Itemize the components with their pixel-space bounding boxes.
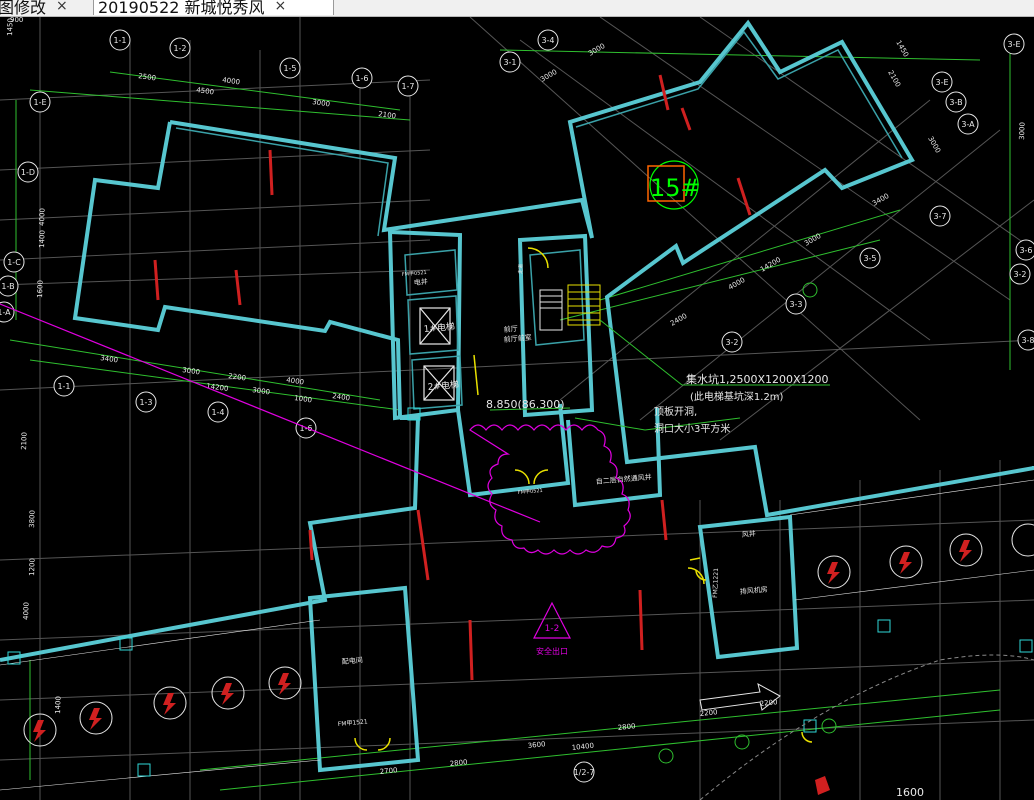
axis-bubble: 1-7	[397, 75, 419, 97]
svg-text:15#: 15#	[650, 174, 701, 202]
axis-bubble: 1-D	[17, 161, 39, 183]
svg-text:1400: 1400	[38, 230, 47, 248]
svg-text:3-B: 3-B	[949, 98, 962, 107]
axis-bubble: 3-6	[1015, 239, 1034, 261]
tab-label: 20190522 新城悦秀风	[98, 0, 265, 17]
axis-bubble: 3-A	[957, 113, 979, 135]
svg-text:1-2: 1-2	[173, 44, 186, 53]
exit-mark: 1-2	[545, 624, 560, 634]
svg-text:1-3: 1-3	[139, 398, 152, 407]
svg-text:4000: 4000	[38, 208, 47, 226]
svg-text:配电间: 配电间	[341, 655, 363, 666]
axis-bubble: 1-E	[29, 91, 51, 113]
svg-text:1-A: 1-A	[0, 308, 11, 317]
svg-text:前厅: 前厅	[503, 324, 518, 334]
svg-text:1600: 1600	[896, 786, 924, 799]
svg-text:电井: 电井	[413, 277, 428, 287]
svg-text:3-2: 3-2	[1013, 270, 1026, 279]
document-tab-bar: 图修改 × 20190522 新城悦秀风 ×	[0, 0, 1034, 17]
svg-text:4000: 4000	[22, 602, 31, 620]
exit-label: 安全出口	[536, 646, 568, 656]
svg-text:1-7: 1-7	[401, 82, 414, 91]
svg-text:3-1: 3-1	[503, 58, 516, 67]
axis-bubble: 3-3	[785, 293, 807, 315]
axis-bubble: 3-8	[1017, 329, 1034, 351]
tab-active-drawing[interactable]: 20190522 新城悦秀风 ×	[94, 0, 334, 17]
svg-text:集水坑1,2500X1200X1200: 集水坑1,2500X1200X1200	[686, 372, 829, 386]
axis-bubble: 1-1	[109, 29, 131, 51]
svg-text:8.850(86.300): 8.850(86.300)	[486, 398, 565, 411]
axis-bubble: 3-E	[1003, 33, 1025, 55]
axis-bubble: 1-3	[135, 391, 157, 413]
tab-close-icon[interactable]: ×	[56, 0, 68, 14]
tab-label: 图修改	[0, 0, 47, 17]
axis-bubble: 3-4	[537, 29, 559, 51]
axis-bubble: 1-B	[0, 275, 19, 297]
svg-text:3-8: 3-8	[1021, 336, 1034, 345]
tab-close-icon[interactable]: ×	[275, 0, 287, 14]
svg-text:1-D: 1-D	[21, 168, 35, 177]
svg-text:走道: 走道	[517, 264, 524, 274]
axis-bubble: 3-5	[859, 247, 881, 269]
svg-text:3-4: 3-4	[541, 36, 554, 45]
svg-text:3-2: 3-2	[725, 338, 738, 347]
axis-bubble: 1-6	[351, 67, 373, 89]
axis-bubble: 1-C	[3, 251, 25, 273]
svg-text:1-6: 1-6	[355, 74, 368, 83]
svg-text:1-1: 1-1	[113, 36, 126, 45]
svg-text:(此电梯基坑深1.2m): (此电梯基坑深1.2m)	[690, 390, 784, 403]
svg-text:3800: 3800	[28, 510, 37, 528]
svg-text:1-1: 1-1	[57, 382, 70, 391]
svg-text:1450: 1450	[6, 18, 15, 36]
svg-text:1600: 1600	[36, 280, 45, 298]
axis-bubble: 3-B	[945, 91, 967, 113]
axis-bubble: 3-1	[499, 51, 521, 73]
axis-bubble: 1-4	[207, 401, 229, 423]
axis-bubble: 3-E	[931, 71, 953, 93]
svg-text:风井: 风井	[741, 529, 756, 539]
axis-bubble: 1-5	[279, 57, 301, 79]
axis-bubble: 1-2	[169, 37, 191, 59]
svg-text:1-5: 1-5	[283, 64, 296, 73]
svg-text:洞口大小3平方米: 洞口大小3平方米	[654, 422, 730, 435]
svg-text:3-A: 3-A	[961, 120, 975, 129]
svg-text:3-5: 3-5	[863, 254, 876, 263]
svg-text:1-C: 1-C	[7, 258, 21, 267]
svg-text:1-E: 1-E	[33, 98, 46, 107]
svg-text:FM乙1221: FM乙1221	[712, 568, 720, 598]
cad-drawing-canvas[interactable]: 1-1 1-2 1-5 1-6 1-7 1-E 1-D 1-C 1-B 1-A …	[0, 17, 1034, 800]
svg-text:1/2-7: 1/2-7	[574, 768, 595, 777]
axis-bubble: 3-2	[1009, 263, 1031, 285]
axis-bubble: 3-2	[721, 331, 743, 353]
svg-text:1-4: 1-4	[211, 408, 224, 417]
svg-text:3-E: 3-E	[935, 78, 948, 87]
axis-bubble: 1/2-7	[573, 761, 595, 783]
svg-text:1-B: 1-B	[1, 282, 14, 291]
tab-drawing-edit[interactable]: 图修改 ×	[0, 0, 94, 17]
svg-text:2100: 2100	[20, 432, 29, 450]
svg-text:1400: 1400	[54, 696, 63, 714]
svg-text:顶板开洞,: 顶板开洞,	[654, 405, 697, 418]
svg-text:3-7: 3-7	[933, 212, 946, 221]
svg-text:3-3: 3-3	[789, 300, 802, 309]
svg-text:3-E: 3-E	[1007, 40, 1020, 49]
axis-bubble: 1-1	[53, 375, 75, 397]
svg-text:3000: 3000	[1018, 122, 1027, 140]
svg-text:1200: 1200	[28, 558, 37, 576]
axis-bubble: 3-7	[929, 205, 951, 227]
svg-text:3-6: 3-6	[1019, 246, 1032, 255]
